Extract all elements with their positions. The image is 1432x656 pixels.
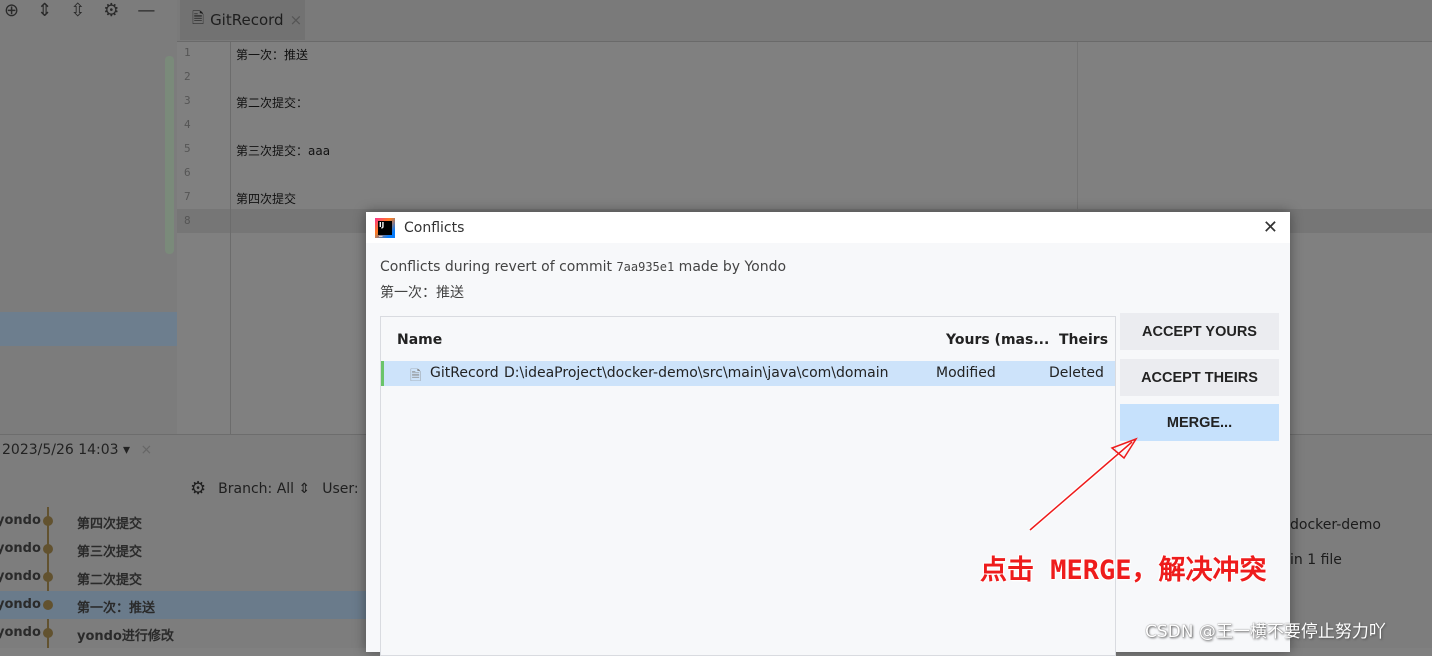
watermark: CSDN @王一横不要停止努力吖: [1145, 622, 1386, 642]
annotation-text: 点击 MERGE，解决冲突: [980, 555, 1267, 586]
